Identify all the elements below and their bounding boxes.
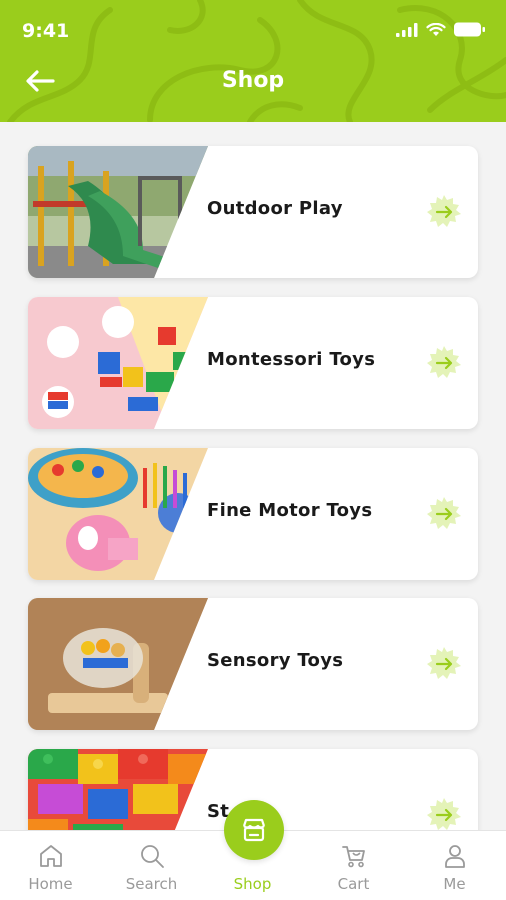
- building-blocks-image: [28, 749, 208, 830]
- wifi-icon: [426, 22, 446, 36]
- sensory-toys-image: [28, 598, 208, 730]
- home-icon: [39, 845, 62, 867]
- cart-icon: [341, 846, 365, 868]
- arrow-right-icon[interactable]: [426, 496, 462, 532]
- category-title: Fine Motor Toys: [207, 500, 373, 521]
- nav-me-label: Me: [443, 875, 466, 893]
- category-title: Outdoor Play: [207, 198, 343, 219]
- category-card-outdoor-play[interactable]: Outdoor Play: [28, 146, 478, 278]
- arrow-right-icon[interactable]: [426, 646, 462, 682]
- nav-home-label: Home: [28, 875, 73, 893]
- battery-icon: [454, 22, 485, 37]
- nav-me[interactable]: Me: [404, 831, 505, 900]
- arrow-right-icon[interactable]: [426, 797, 462, 830]
- nav-cart[interactable]: Cart: [303, 831, 404, 900]
- user-icon: [444, 845, 465, 868]
- nav-home[interactable]: Home: [0, 831, 101, 900]
- page-title: Shop: [221, 68, 285, 93]
- montessori-toys-image: [28, 297, 208, 429]
- arrow-right-icon[interactable]: [426, 194, 462, 230]
- arrow-right-icon[interactable]: [426, 345, 462, 381]
- top-bar: Shop: [0, 62, 506, 106]
- nav-shop-label: Shop: [233, 875, 272, 893]
- category-list[interactable]: Outdoor Play Montessori Toys Fine Motor …: [0, 122, 506, 830]
- search-icon: [140, 845, 164, 868]
- nav-search[interactable]: Search: [101, 831, 202, 900]
- nav-cart-label: Cart: [337, 875, 370, 893]
- signal-icon: [396, 22, 418, 37]
- category-card-montessori-toys[interactable]: Montessori Toys: [28, 297, 478, 429]
- store-icon: [242, 818, 266, 842]
- status-icons: [396, 22, 486, 37]
- category-card-sensory-toys[interactable]: Sensory Toys: [28, 598, 478, 730]
- status-bar: 9:41: [0, 0, 506, 64]
- shop-fab-button[interactable]: [224, 800, 284, 860]
- fine-motor-toys-image: [28, 448, 208, 580]
- category-title: Montessori Toys: [207, 349, 376, 370]
- category-title: Sensory Toys: [207, 650, 344, 671]
- status-time: 9:41: [22, 20, 70, 42]
- outdoor-play-image: [28, 146, 208, 278]
- app-header: 9:41 Shop: [0, 0, 506, 122]
- category-card-fine-motor-toys[interactable]: Fine Motor Toys: [28, 448, 478, 580]
- nav-search-label: Search: [125, 875, 178, 893]
